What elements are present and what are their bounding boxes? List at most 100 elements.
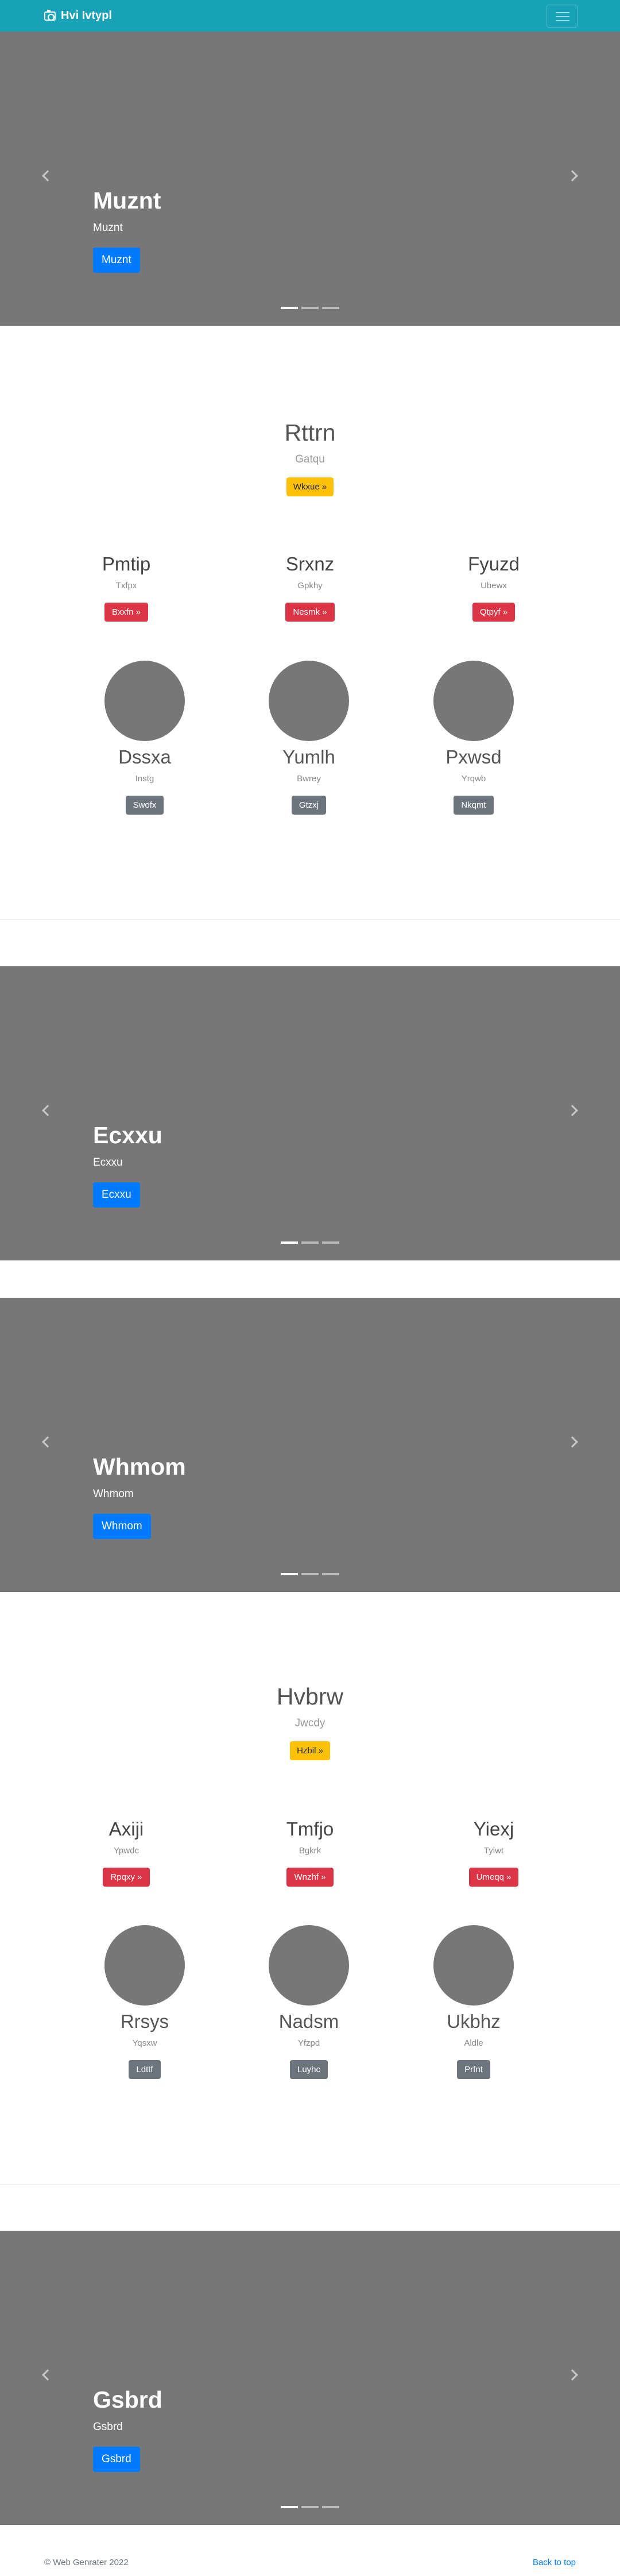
carousel-indicator[interactable]	[322, 1573, 339, 1575]
circle-button[interactable]: Ldttf	[129, 2060, 161, 2079]
carousel-prev-button[interactable]	[0, 2231, 92, 2525]
carousel-subtitle: Gsbrd	[93, 2421, 123, 2433]
circle-button[interactable]: Gtzxj	[291, 796, 327, 815]
carousel-caption: Whmom Whmom Whmom	[93, 1453, 186, 1539]
column-button[interactable]: Nesmk »	[285, 603, 335, 622]
carousel-cta-button[interactable]: Gsbrd	[93, 2447, 140, 2472]
column-title: Yiexj	[473, 1818, 514, 1840]
carousel-next-button[interactable]	[528, 32, 620, 326]
navbar-toggler-button[interactable]	[547, 5, 578, 28]
brand-name: Hvi Ivtypl	[61, 9, 112, 22]
carousel-prev-button[interactable]	[0, 966, 92, 1260]
column-item: Tmfjo Bgkrk Wnzhf »	[218, 1818, 402, 1887]
circle-subtitle: Instg	[135, 774, 154, 784]
chevron-left-icon	[42, 1436, 53, 1448]
column-subtitle: Gpkhy	[297, 581, 323, 591]
carousel-cta-button[interactable]: Muznt	[93, 248, 140, 273]
section-divider	[0, 919, 620, 920]
section-cta-button[interactable]: Wkxue »	[286, 477, 334, 496]
column-subtitle: Ypwdc	[114, 1846, 139, 1856]
carousel: Gsbrd Gsbrd Gsbrd	[0, 2231, 620, 2525]
column-title: Pmtip	[102, 553, 151, 574]
carousel-indicators	[0, 307, 620, 309]
navbar: Hvi Ivtypl	[0, 0, 620, 32]
column-item: Srxnz Gpkhy Nesmk »	[218, 553, 402, 622]
carousel-indicators	[0, 1573, 620, 1575]
featured-section: Hvbrw Jwcdy Hzbil »	[0, 1683, 620, 1760]
circle-item: Ukbhz Aldle Prfnt	[382, 1925, 565, 2079]
carousel-indicators	[0, 2506, 620, 2508]
carousel-cta-button[interactable]: Whmom	[93, 1514, 151, 1539]
carousel-indicator[interactable]	[281, 2506, 298, 2508]
column-item: Yiexj Tyiwt Umeqq »	[402, 1818, 586, 1887]
section-subtitle: Gatqu	[295, 453, 325, 465]
carousel-indicator[interactable]	[281, 1573, 298, 1575]
column-button[interactable]: Qtpyf »	[472, 603, 516, 622]
circle-item: Pxwsd Yrqwb Nkqmt	[382, 661, 565, 815]
circle-button[interactable]: Luyhc	[289, 2060, 328, 2079]
column-title: Srxnz	[285, 553, 335, 574]
carousel-prev-button[interactable]	[0, 32, 92, 326]
carousel-subtitle: Whmom	[93, 1488, 134, 1500]
carousel-indicator[interactable]	[322, 1241, 339, 1244]
chevron-right-icon	[567, 1105, 578, 1116]
circle-item: Nadsm Yfzpd Luyhc	[217, 1925, 401, 2079]
section-title: Hvbrw	[276, 1683, 344, 1710]
circle-title: Nadsm	[278, 2011, 339, 2032]
carousel: Ecxxu Ecxxu Ecxxu	[0, 966, 620, 1260]
column-button[interactable]: Bxxfn »	[104, 603, 149, 622]
carousel-next-button[interactable]	[528, 2231, 620, 2525]
circle-button[interactable]: Nkqmt	[454, 796, 494, 815]
carousel-indicator[interactable]	[281, 1241, 298, 1244]
carousel-indicator[interactable]	[301, 2506, 319, 2508]
column-button[interactable]: Wnzhf »	[286, 1868, 334, 1887]
carousel-indicator[interactable]	[281, 307, 298, 309]
placeholder-image	[433, 661, 514, 741]
brand-link[interactable]: Hvi Ivtypl	[44, 0, 112, 32]
placeholder-image	[104, 661, 185, 741]
carousel-indicator[interactable]	[322, 307, 339, 309]
column-subtitle: Txfpx	[115, 581, 137, 591]
circle-subtitle: Yqsxw	[132, 2038, 157, 2048]
carousel-subtitle: Muznt	[93, 222, 123, 234]
carousel: Whmom Whmom Whmom	[0, 1298, 620, 1592]
circle-title: Pxwsd	[445, 746, 502, 768]
circle-subtitle: Yrqwb	[461, 774, 486, 784]
carousel-cta-button[interactable]: Ecxxu	[93, 1182, 140, 1208]
back-to-top-link[interactable]: Back to top	[533, 2558, 576, 2567]
circle-subtitle: Bwrey	[297, 774, 321, 784]
section-subtitle: Jwcdy	[294, 1717, 326, 1729]
carousel-indicator[interactable]	[322, 2506, 339, 2508]
carousel-prev-button[interactable]	[0, 1298, 92, 1592]
carousel-caption: Muznt Muznt Muznt	[93, 187, 161, 273]
circle-button[interactable]: Prfnt	[457, 2060, 490, 2079]
circle-subtitle: Aldle	[464, 2038, 483, 2048]
carousel-next-button[interactable]	[528, 1298, 620, 1592]
chevron-left-icon	[42, 1105, 53, 1116]
chevron-left-icon	[42, 2369, 53, 2381]
column-item: Fyuzd Ubewx Qtpyf »	[402, 553, 586, 622]
section-cta-button[interactable]: Hzbil »	[290, 1741, 330, 1760]
section-divider	[0, 2184, 620, 2185]
carousel-title: Ecxxu	[93, 1122, 162, 1148]
carousel-indicator[interactable]	[301, 1573, 319, 1575]
chevron-left-icon	[42, 170, 53, 182]
carousel-title: Whmom	[93, 1453, 186, 1480]
carousel-indicator[interactable]	[301, 1241, 319, 1244]
column-subtitle: Tyiwt	[483, 1846, 504, 1856]
carousel-indicator[interactable]	[301, 307, 319, 309]
placeholder-image	[269, 1925, 349, 2006]
circle-button[interactable]: Swofx	[125, 796, 164, 815]
column-item: Pmtip Txfpx Bxxfn »	[34, 553, 218, 622]
circle-title: Yumlh	[282, 746, 335, 768]
column-button[interactable]: Umeqq »	[468, 1868, 519, 1887]
chevron-right-icon	[567, 1436, 578, 1448]
placeholder-image	[433, 1925, 514, 2006]
footer: © Web Genrater 2022 Back to top	[0, 2551, 620, 2576]
carousel-title: Muznt	[93, 187, 161, 214]
carousel-title: Gsbrd	[93, 2386, 162, 2413]
hamburger-menu-icon	[556, 12, 569, 13]
column-button[interactable]: Rpqxy »	[103, 1868, 150, 1887]
column-subtitle: Ubewx	[480, 581, 507, 591]
carousel-next-button[interactable]	[528, 966, 620, 1260]
